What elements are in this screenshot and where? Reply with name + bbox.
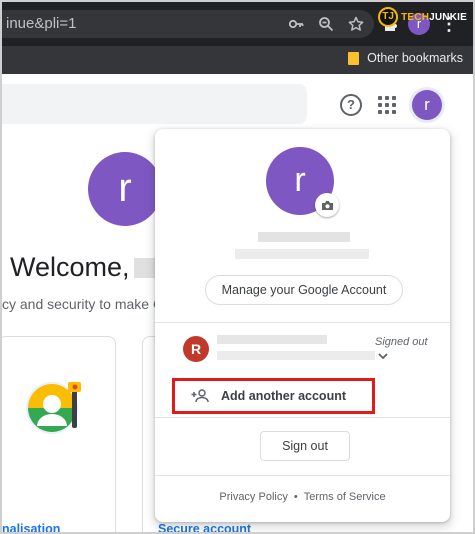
privacy-policy-link[interactable]: Privacy Policy: [219, 491, 287, 503]
header-icons: ? r: [340, 90, 442, 120]
footer-separator: •: [293, 491, 298, 503]
add-another-account-button[interactable]: Add another account: [172, 378, 375, 414]
techjunkie-watermark: TJ TECHJUNKIE: [378, 7, 467, 27]
chevron-down-icon[interactable]: [377, 350, 389, 362]
profile-avatar-large[interactable]: r: [88, 152, 162, 226]
url-bar[interactable]: inue&pli=1: [2, 10, 374, 38]
personalisation-link[interactable]: nalisation: [2, 522, 60, 532]
manage-account-button[interactable]: Manage your Google Account: [205, 275, 403, 305]
welcome-heading: Welcome,: [10, 252, 176, 283]
other-bookmarks-label: Other bookmarks: [367, 51, 463, 65]
welcome-subtext: cy and security to make G: [2, 296, 164, 312]
account-menu-popup: r Manage your Google Account R Signed ou…: [155, 129, 450, 522]
watermark-badge: TJ: [378, 7, 399, 27]
search-input[interactable]: [2, 84, 307, 124]
key-icon[interactable]: [288, 16, 304, 32]
redacted-user-name: [258, 232, 350, 242]
camera-icon[interactable]: [315, 193, 339, 217]
signed-out-status: Signed out: [375, 336, 428, 348]
screenshot-frame: inue&pli=1 r ⋮ TJ TECHJUNKIE Other bookm…: [0, 0, 475, 534]
url-text: inue&pli=1: [6, 15, 77, 32]
redacted-other-name: [217, 335, 327, 344]
add-another-account-label: Add another account: [221, 389, 347, 403]
redacted-other-email: [217, 351, 375, 360]
popup-footer: Privacy Policy • Terms of Service: [155, 491, 450, 503]
account-avatar-button[interactable]: r: [412, 90, 442, 120]
secure-account-link[interactable]: Secure account: [158, 522, 251, 532]
redacted-user-email: [235, 249, 369, 259]
other-bookmarks[interactable]: Other bookmarks: [348, 51, 463, 65]
folder-icon: [348, 51, 360, 65]
apps-grid-icon[interactable]: [378, 96, 396, 114]
help-icon[interactable]: ?: [340, 94, 362, 116]
star-icon[interactable]: [348, 16, 364, 32]
divider: [155, 322, 450, 323]
zoom-icon[interactable]: [318, 16, 334, 32]
watermark-text: TECHJUNKIE: [401, 11, 467, 23]
other-account-avatar: R: [183, 336, 209, 362]
sign-out-button[interactable]: Sign out: [260, 431, 350, 461]
bookmarks-bar: Other bookmarks: [2, 46, 473, 74]
divider: [155, 475, 450, 476]
add-person-icon: [191, 389, 209, 403]
terms-of-service-link[interactable]: Terms of Service: [304, 491, 386, 503]
divider: [155, 417, 450, 418]
privacy-illustration-icon: [26, 382, 81, 434]
